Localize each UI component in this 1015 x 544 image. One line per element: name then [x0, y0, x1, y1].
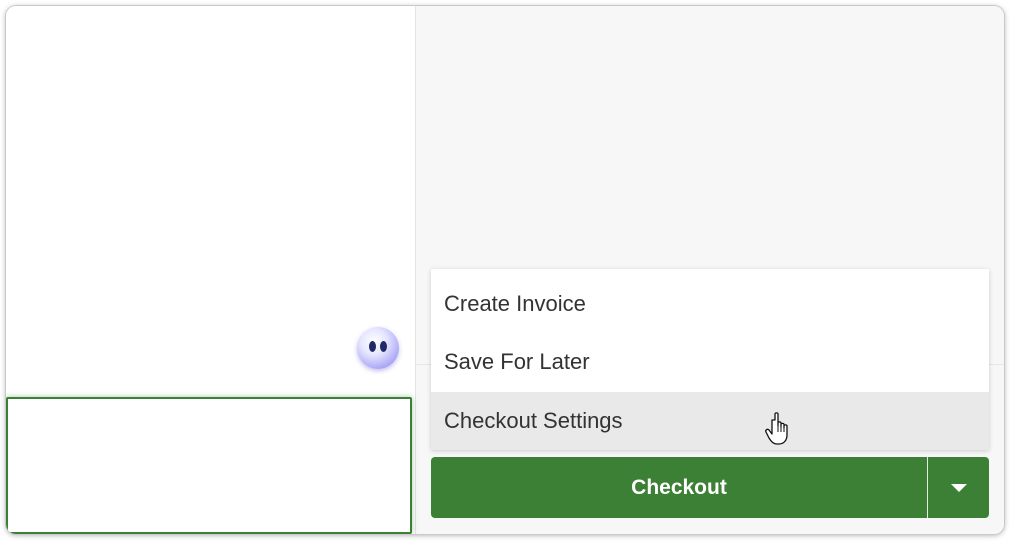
checkout-split-button: Checkout [431, 457, 989, 518]
assistant-right-eye [380, 341, 387, 352]
assistant-left-eye [369, 341, 376, 352]
checkout-button[interactable]: Checkout [431, 457, 927, 518]
note-input-area[interactable] [6, 397, 412, 534]
caret-down-icon [951, 484, 967, 492]
checkout-options-menu: Create Invoice Save For Later Checkout S… [431, 269, 989, 450]
menu-item-create-invoice[interactable]: Create Invoice [431, 275, 989, 333]
menu-item-save-for-later[interactable]: Save For Later [431, 333, 989, 391]
app-window: Create Invoice Save For Later Checkout S… [6, 6, 1004, 534]
hand-pointer-icon [765, 412, 788, 445]
assistant-face-icon[interactable] [357, 327, 399, 369]
menu-item-checkout-settings[interactable]: Checkout Settings [431, 392, 989, 450]
checkout-dropdown-toggle[interactable] [928, 457, 989, 518]
